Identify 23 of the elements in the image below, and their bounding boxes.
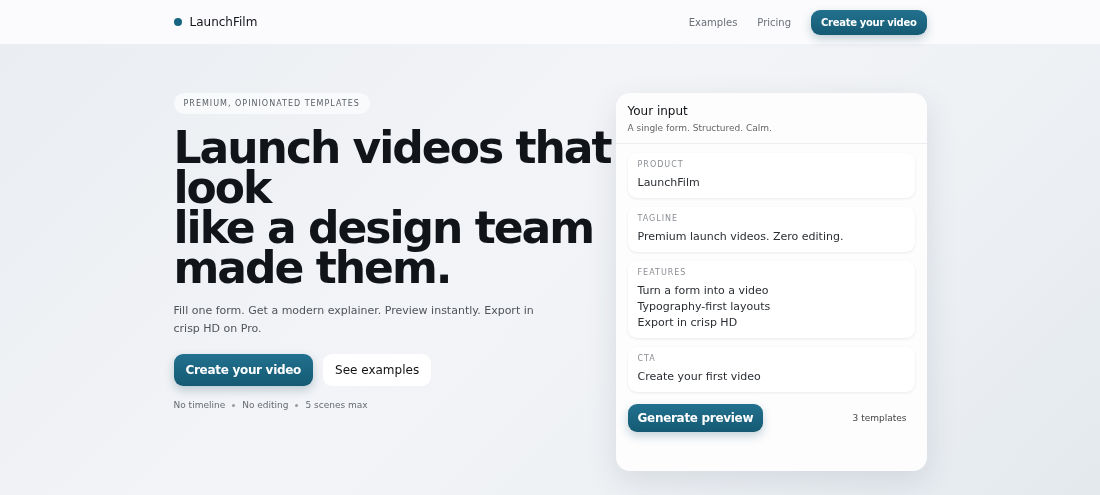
hero-subtitle: Fill one form. Get a modern explainer. Preview instantly. Export in crisp HD on Pro. [173, 303, 535, 337]
create-video-button[interactable]: Create your video [811, 9, 927, 35]
eyebrow-pill: PREMIUM, OPINIONATED TEMPLATES [173, 93, 370, 114]
logo-dot-icon [173, 18, 182, 26]
separator-dot-icon [232, 403, 236, 407]
form-field[interactable]: FEATURES Turn a form into a video Typography-first layouts Export in crisp HD [627, 261, 915, 338]
generate-preview-button[interactable]: Generate preview [627, 404, 764, 432]
brand-name[interactable]: LaunchFilm [189, 15, 258, 29]
form-field[interactable]: TAGLINE Premium launch videos. Zero editing. [627, 207, 915, 252]
create-video-button[interactable]: Create your video [173, 354, 314, 386]
see-examples-button[interactable]: See examples [323, 354, 432, 386]
card-title: Your input [627, 104, 689, 118]
feature-note: No editing [242, 400, 289, 410]
separator-dot-icon [295, 403, 299, 407]
hero-headline: Launch videos that look like a design team made them. [173, 128, 611, 288]
nav-link[interactable]: Pricing [757, 16, 792, 28]
template-count: 3 templates [852, 413, 907, 423]
form-field[interactable]: PRODUCT LaunchFilm [627, 153, 915, 198]
card-subtitle: A single form. Structured. Calm. [627, 123, 773, 133]
feature-note: No timeline [173, 400, 226, 410]
feature-note: 5 scenes max [305, 400, 368, 410]
nav-link[interactable]: Examples [688, 16, 738, 28]
form-field[interactable]: CTA Create your first video [627, 347, 915, 392]
